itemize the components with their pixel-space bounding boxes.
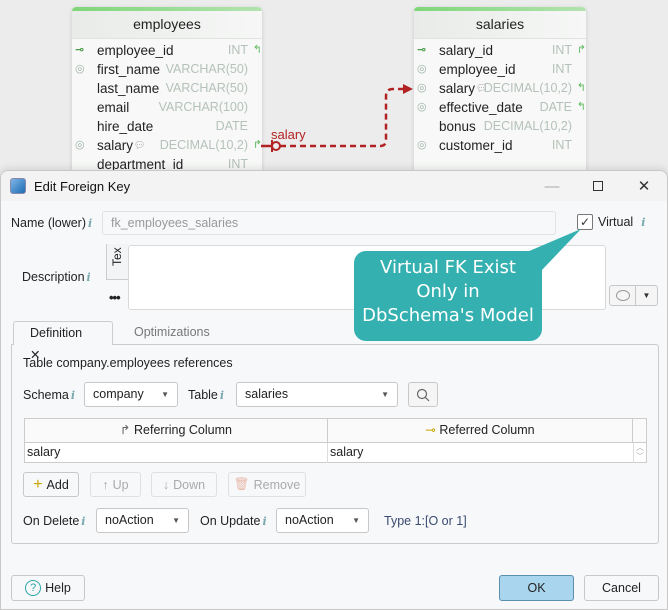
remove-button[interactable]: 🗑 Remove: [228, 472, 306, 497]
callout-line: DbSchema's Model: [362, 305, 534, 326]
schema-label-text: Schema: [23, 388, 69, 402]
cardinality-type-link[interactable]: Type 1:[O or 1]: [384, 514, 467, 528]
referring-arrow-icon: ↱: [120, 423, 131, 437]
search-icon: [416, 388, 430, 401]
on-delete-select[interactable]: noAction ▼: [96, 508, 189, 533]
on-update-value: noAction: [285, 513, 334, 527]
edit-foreign-key-dialog: Edit Foreign Key — ✕ Name (lower) i fk_em…: [0, 170, 668, 610]
vertical-scrollbar[interactable]: ︿ ﹀: [633, 443, 646, 463]
info-icon[interactable]: i: [81, 515, 85, 528]
down-label: Down: [173, 477, 206, 492]
header-label: Referred Column: [439, 423, 535, 437]
arrow-up-icon: ↑: [102, 477, 109, 492]
on-delete-value: noAction: [105, 513, 154, 527]
callout-line: Only in: [416, 281, 480, 302]
up-label: Up: [112, 477, 129, 492]
callout-line: Virtual FK Exist: [380, 257, 516, 278]
table-value: salaries: [245, 387, 289, 401]
key-icon: ⊸: [425, 423, 436, 437]
help-icon: ?: [25, 580, 42, 596]
info-icon[interactable]: i: [262, 515, 266, 528]
referring-column-cell[interactable]: salary: [25, 443, 328, 463]
search-table-button[interactable]: [408, 382, 438, 407]
on-update-label-text: On Update: [200, 514, 261, 528]
schema-value: company: [93, 387, 144, 401]
relation-line[interactable]: [0, 0, 668, 170]
up-button[interactable]: ↑ Up: [90, 472, 141, 497]
caret-down-icon: ▼: [352, 516, 360, 525]
down-button[interactable]: ↓ Down: [151, 472, 217, 497]
on-update-select[interactable]: noAction ▼: [276, 508, 369, 533]
header-spacer: [633, 419, 646, 442]
cancel-button[interactable]: Cancel: [584, 575, 659, 601]
diagram-canvas[interactable]: employees ⊸ employee_id INT ↰ ◎ first_name VAR…: [0, 0, 668, 170]
header-label: Referring Column: [134, 423, 232, 437]
column-mapping-grid: ↱ Referring Column ⊸ Referred Column sal…: [24, 418, 647, 463]
header-referring-column[interactable]: ↱ Referring Column: [25, 419, 328, 442]
arrow-down-icon: ↓: [162, 477, 170, 492]
caret-down-icon: ▼: [161, 390, 169, 399]
trash-icon: 🗑: [233, 477, 250, 491]
on-delete-label-text: On Delete: [23, 514, 80, 528]
schema-label: Schema i: [23, 388, 75, 402]
scroll-down-icon[interactable]: ﹀: [634, 452, 646, 461]
table-label-text: Table: [188, 388, 218, 402]
caret-down-icon: ▼: [381, 390, 389, 399]
callout-pointer: [501, 229, 581, 271]
table-select[interactable]: salaries ▼: [236, 382, 398, 407]
info-icon[interactable]: i: [71, 389, 75, 402]
definition-panel: Table company.employees references Schem…: [11, 344, 659, 544]
scroll-up-icon[interactable]: ︿: [634, 443, 646, 452]
virtual-fk-callout: Virtual FK Exist Only in DbSchema's Mode…: [354, 251, 542, 341]
on-delete-label: On Delete i: [23, 514, 85, 528]
schema-select[interactable]: company ▼: [84, 382, 178, 407]
add-button[interactable]: + Add: [23, 472, 79, 497]
caret-down-icon: ▼: [172, 516, 180, 525]
remove-label: Remove: [253, 477, 301, 492]
grid-header: ↱ Referring Column ⊸ Referred Column: [25, 419, 646, 443]
plus-icon: +: [33, 475, 43, 493]
ok-button[interactable]: OK: [499, 575, 574, 601]
info-icon[interactable]: i: [220, 389, 224, 402]
table-label: Table i: [188, 388, 224, 402]
add-label: Add: [46, 477, 69, 492]
help-button[interactable]: ? Help: [11, 575, 85, 601]
header-referred-column[interactable]: ⊸ Referred Column: [328, 419, 633, 442]
relation-label[interactable]: salary: [271, 127, 306, 142]
on-update-label: On Update i: [200, 514, 267, 528]
relation-arrowhead-icon: [403, 84, 413, 94]
help-label: Help: [45, 581, 71, 595]
relation-start-circle-icon: [271, 141, 281, 151]
referred-column-cell[interactable]: salary: [328, 443, 633, 463]
table-row[interactable]: salary salary ︿ ﹀: [25, 443, 646, 463]
